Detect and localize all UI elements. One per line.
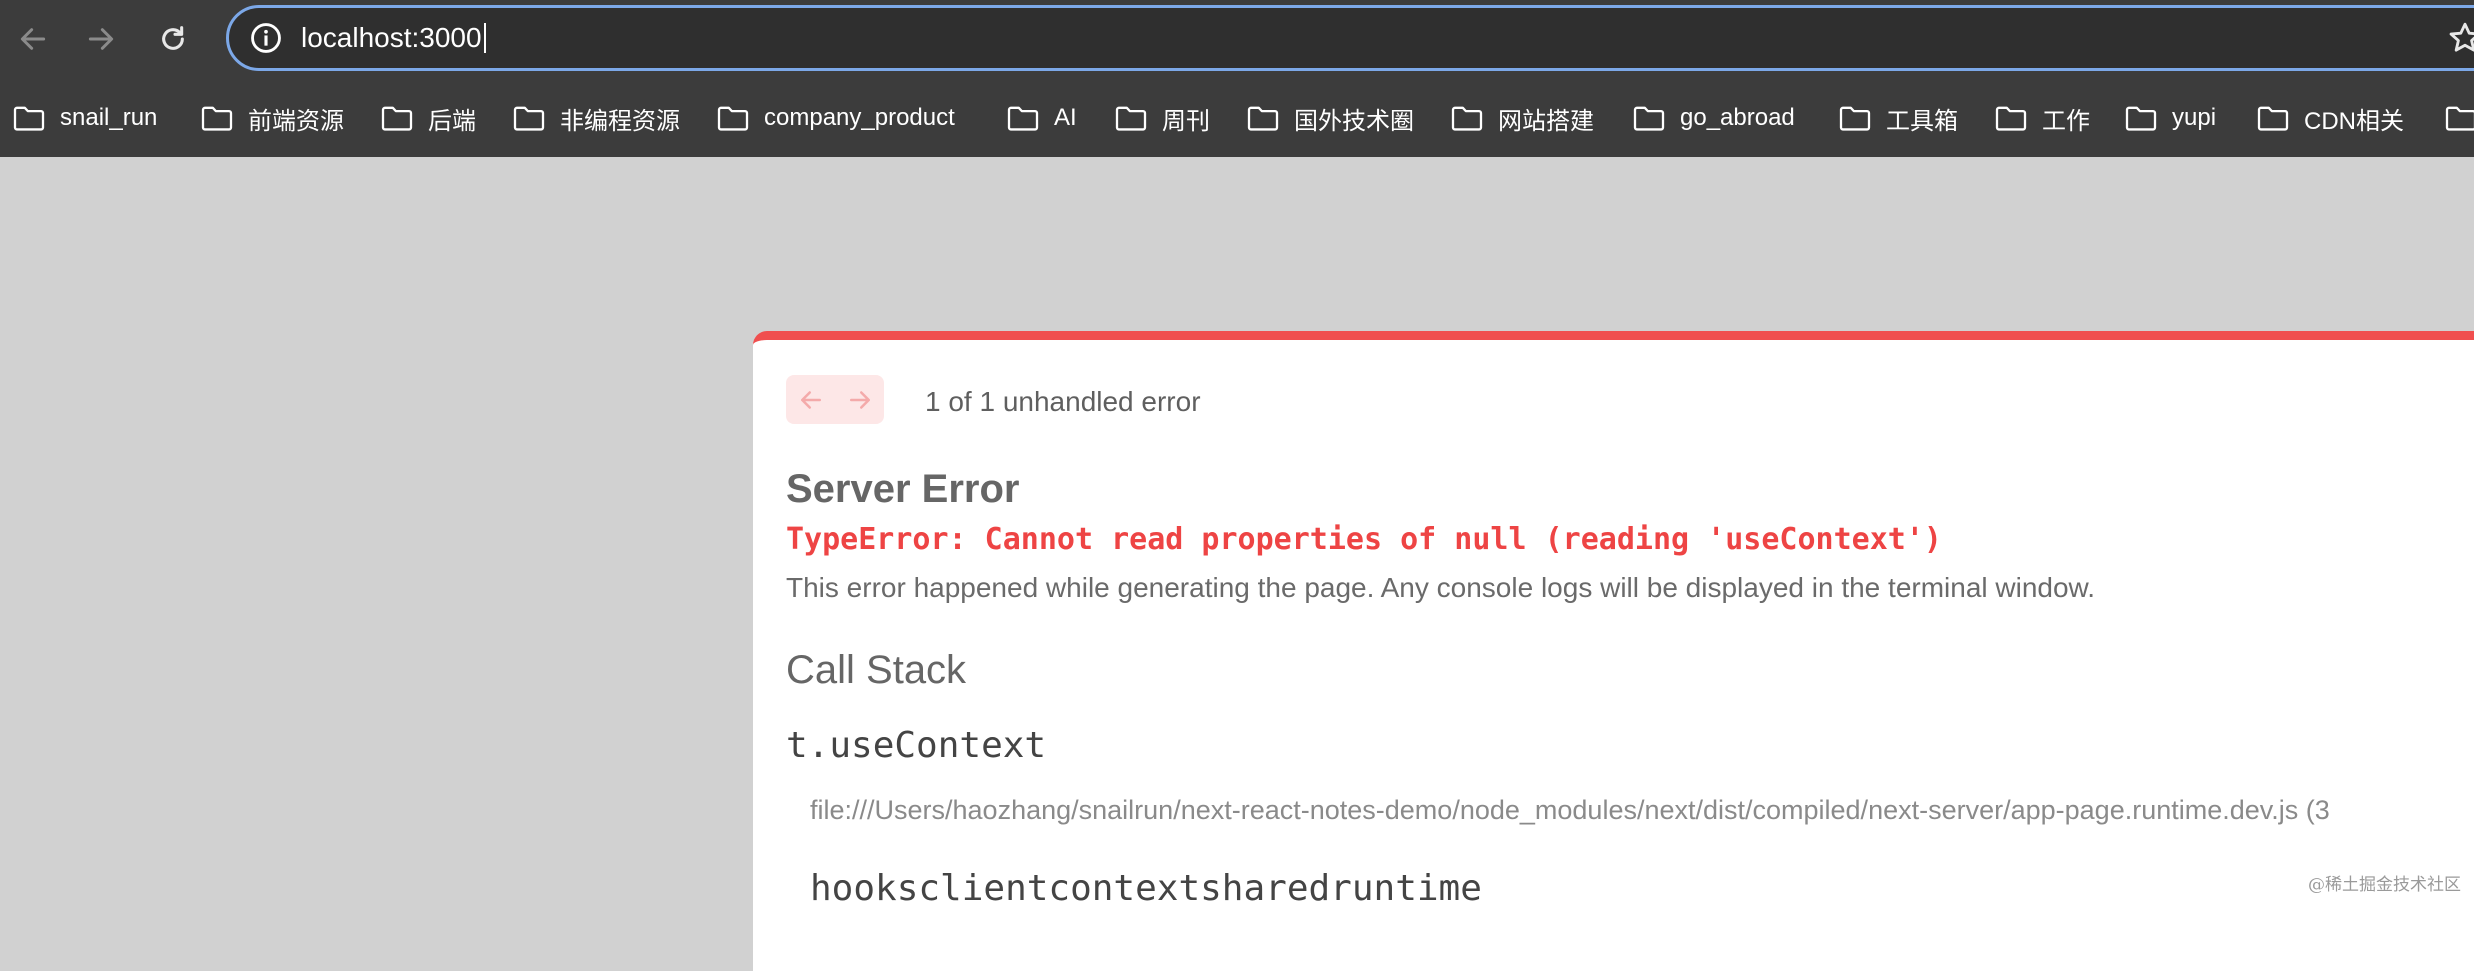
folder-icon — [1451, 106, 1483, 131]
arrow-right-icon — [88, 28, 114, 50]
bookmark-folder[interactable]: 周刊 — [1114, 98, 1210, 138]
bookmark-folder[interactable]: go_abroad — [1632, 98, 1795, 138]
folder-icon — [1247, 106, 1279, 131]
bookmark-label: go_abroad — [1680, 104, 1795, 131]
reload-icon — [162, 26, 184, 50]
bookmark-folder[interactable]: 非编程资源 — [512, 98, 680, 138]
forward-button[interactable] — [82, 20, 120, 58]
bookmark-folder[interactable]: 后端 — [380, 98, 476, 138]
stack-frame-name: hooksclientcontextsharedruntime — [810, 868, 1482, 909]
address-bar[interactable]: localhost:3000 — [226, 5, 2474, 71]
bookmark-folder[interactable]: yupi — [2124, 98, 2216, 138]
bookmark-label: 非编程资源 — [560, 107, 680, 135]
bookmark-folder[interactable]: AI — [1006, 98, 1077, 138]
bookmark-label: 周刊 — [1162, 107, 1210, 135]
folder-icon — [381, 106, 413, 131]
bookmark-label: 国外技术圈 — [1294, 107, 1414, 135]
stack-frame-name: t.useContext — [786, 725, 1047, 766]
bookmark-folder[interactable]: 前端资源 — [200, 98, 344, 138]
browser-toolbar: localhost:3000 — [0, 0, 2474, 80]
previous-error-button[interactable] — [786, 375, 835, 424]
url-text[interactable]: localhost:3000 — [301, 18, 486, 58]
bookmark-folder[interactable]: snail_run — [12, 98, 157, 138]
bookmark-label: 前端资源 — [248, 107, 344, 135]
bookmark-folder[interactable]: 工作 — [1994, 98, 2090, 138]
folder-icon — [13, 106, 45, 131]
folder-icon — [1995, 106, 2027, 131]
folder-icon — [201, 106, 233, 131]
arrow-right-icon — [849, 390, 870, 409]
folder-icon — [2257, 106, 2289, 131]
error-count: 1 of 1 unhandled error — [925, 386, 1201, 417]
stack-frame-file-link[interactable]: file:///Users/haozhang/snailrun/next-rea… — [810, 795, 2330, 826]
bookmark-label: snail_run — [60, 104, 158, 131]
bookmark-folder[interactable] — [2444, 98, 2474, 138]
bookmark-folder[interactable]: 网站搭建 — [1450, 98, 1594, 138]
error-pager — [786, 375, 884, 424]
bookmark-label: CDN相关 — [2304, 107, 2404, 135]
folder-icon — [2125, 106, 2157, 131]
error-description: This error happened while generating the… — [786, 572, 2096, 603]
folder-icon — [717, 106, 749, 131]
site-info-icon[interactable] — [249, 21, 283, 55]
bookmark-folder[interactable]: company_product — [716, 98, 955, 138]
call-stack-heading: Call Stack — [786, 648, 967, 692]
error-message: TypeError: Cannot read properties of nul… — [786, 522, 1942, 557]
bookmark-label: 后端 — [428, 107, 476, 135]
next-error-button[interactable] — [835, 375, 884, 424]
folder-icon — [1839, 106, 1871, 131]
arrow-left-icon — [800, 390, 821, 409]
bookmark-label: yupi — [2172, 104, 2217, 131]
bookmark-star-icon[interactable] — [2447, 20, 2474, 56]
url-value: localhost:3000 — [301, 22, 482, 53]
text-caret — [483, 22, 486, 53]
watermark: @稀土掘金技术社区 — [2308, 875, 2461, 895]
bookmark-label: AI — [1054, 104, 1077, 131]
folder-icon — [2445, 106, 2474, 131]
bookmark-label: 网站搭建 — [1498, 107, 1594, 135]
bookmarks-bar: snail_run 前端资源 后端 非编程资源 company_product AI 周刊 国… — [0, 80, 2474, 157]
folder-icon — [1007, 106, 1039, 131]
reload-button[interactable] — [154, 20, 192, 58]
error-title: Server Error — [786, 467, 1020, 511]
folder-icon — [513, 106, 545, 131]
bookmark-folder[interactable]: 工具箱 — [1838, 98, 1958, 138]
bookmark-folder[interactable]: CDN相关 — [2256, 98, 2404, 138]
bookmark-label: company_product — [764, 104, 955, 131]
arrow-left-icon — [20, 28, 46, 50]
bookmark-folder[interactable]: 国外技术圈 — [1246, 98, 1414, 138]
bookmark-label: 工具箱 — [1886, 107, 1958, 135]
back-button[interactable] — [14, 20, 52, 58]
error-overlay-dialog: 1 of 1 unhandled error Server Error Type… — [753, 331, 2474, 971]
folder-icon — [1633, 106, 1665, 131]
bookmark-label: 工作 — [2042, 107, 2090, 135]
folder-icon — [1115, 106, 1147, 131]
